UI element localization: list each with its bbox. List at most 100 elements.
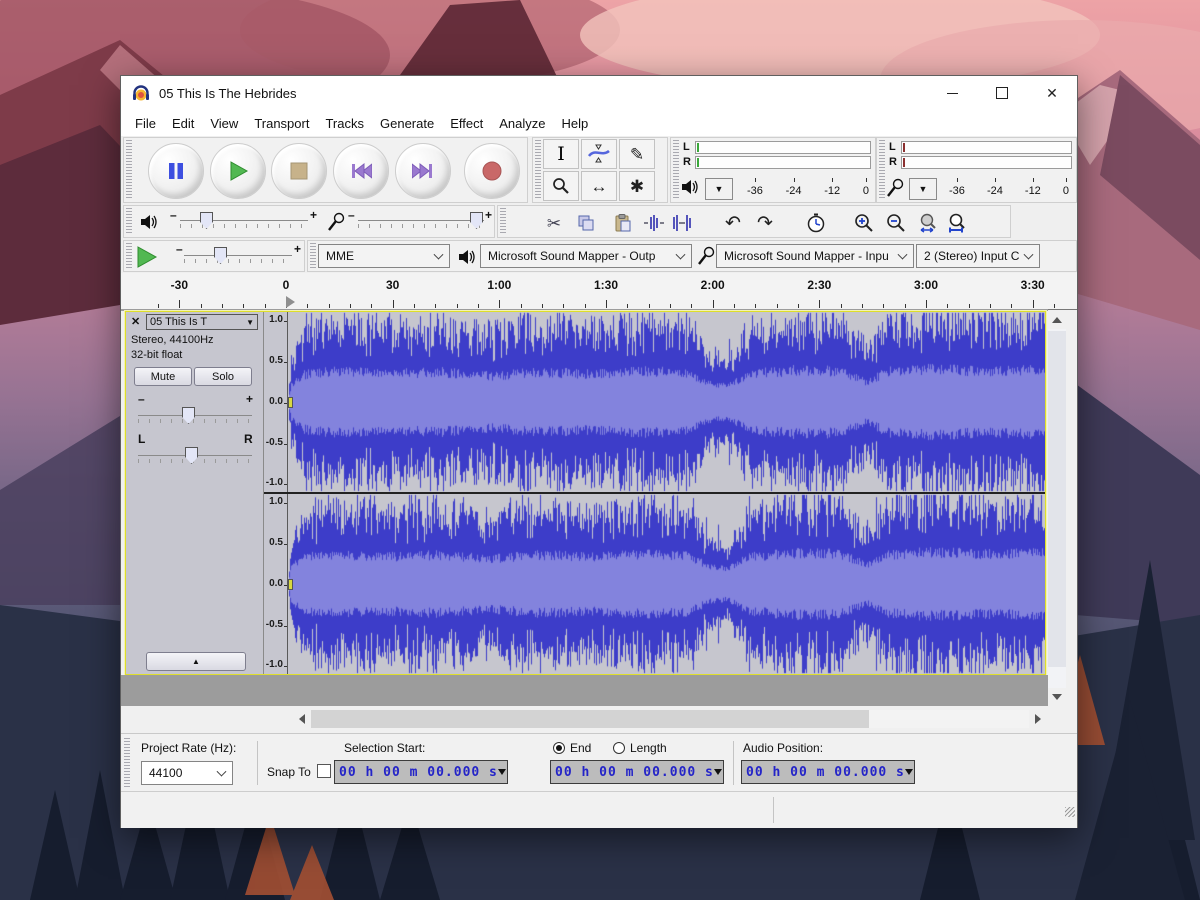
play-at-speed-icon[interactable] bbox=[134, 245, 158, 269]
selection-tool-button[interactable]: I bbox=[543, 139, 579, 169]
maximize-button[interactable] bbox=[977, 76, 1027, 110]
selection-end-field[interactable]: 00 h 00 m 00.000 s bbox=[550, 760, 724, 784]
waveform-left-channel[interactable] bbox=[288, 312, 1045, 492]
selection-start-field[interactable]: 00 h 00 m 00.000 s bbox=[334, 760, 508, 784]
multi-tool-button[interactable]: ✱ bbox=[619, 171, 655, 201]
scroll-right-button[interactable] bbox=[1029, 710, 1047, 728]
time-field-dropdown-icon[interactable] bbox=[714, 769, 722, 775]
timeline-ruler[interactable]: -300301:001:302:002:303:003:30 bbox=[121, 273, 1077, 310]
toolbar-grip[interactable] bbox=[310, 243, 316, 269]
timeshift-tool-button[interactable]: ↔ bbox=[581, 171, 617, 201]
menu-generate[interactable]: Generate bbox=[372, 113, 442, 134]
copy-button[interactable] bbox=[570, 208, 602, 238]
mute-button[interactable]: Mute bbox=[134, 367, 192, 386]
clip-start-marker[interactable] bbox=[288, 579, 293, 590]
scroll-up-button[interactable] bbox=[1048, 311, 1066, 329]
menu-edit[interactable]: Edit bbox=[164, 113, 202, 134]
track-name-menu[interactable]: 05 This Is T ▼ bbox=[146, 314, 258, 330]
zoom-tool-button[interactable] bbox=[543, 171, 579, 201]
fit-selection-button[interactable] bbox=[912, 208, 944, 238]
recording-meter-toolbar[interactable]: L R ▼ -36 -24 -12 0 bbox=[876, 137, 1077, 203]
playback-speed-thumb[interactable] bbox=[214, 247, 227, 264]
length-radio[interactable] bbox=[613, 742, 625, 754]
audio-position-field[interactable]: 00 h 00 m 00.000 s bbox=[741, 760, 915, 784]
playback-speed-slider[interactable] bbox=[184, 249, 292, 265]
recording-device-select[interactable]: Microsoft Sound Mapper - Inpu bbox=[716, 244, 914, 268]
skip-to-start-button[interactable] bbox=[333, 143, 389, 199]
envelope-tool-button[interactable] bbox=[581, 139, 617, 169]
scroll-left-button[interactable] bbox=[293, 710, 311, 728]
skip-to-end-button[interactable] bbox=[395, 143, 451, 199]
meter-left-label: L bbox=[683, 141, 690, 153]
vertical-scrollbar-thumb[interactable] bbox=[1048, 331, 1066, 667]
playback-volume-thumb[interactable] bbox=[200, 212, 213, 229]
menu-tracks[interactable]: Tracks bbox=[317, 113, 372, 134]
toolbar-grip[interactable] bbox=[535, 140, 541, 200]
playback-volume-slider[interactable] bbox=[180, 214, 308, 230]
vertical-scale-ruler-right[interactable]: 1.00.50.0-0.5-1.0 bbox=[264, 494, 288, 674]
menu-view[interactable]: View bbox=[202, 113, 246, 134]
fit-project-button[interactable] bbox=[941, 208, 973, 238]
cut-button[interactable]: ✂ bbox=[538, 208, 570, 238]
redo-button[interactable]: ↷ bbox=[749, 208, 781, 238]
stop-button[interactable] bbox=[271, 143, 327, 199]
gain-slider[interactable] bbox=[138, 409, 252, 425]
timeline-tick bbox=[307, 304, 308, 308]
audio-host-select[interactable]: MME bbox=[318, 244, 450, 268]
silence-audio-button[interactable] bbox=[666, 208, 698, 238]
toolbar-grip[interactable] bbox=[126, 140, 132, 200]
toolbar-grip[interactable] bbox=[126, 243, 132, 269]
track-close-button[interactable]: ✕ bbox=[131, 315, 140, 328]
playhead-marker[interactable] bbox=[286, 296, 295, 308]
recording-meter-dropdown[interactable]: ▼ bbox=[909, 178, 937, 200]
toolbar-grip[interactable] bbox=[673, 140, 679, 200]
menu-analyze[interactable]: Analyze bbox=[491, 113, 553, 134]
vertical-scale-ruler-left[interactable]: 1.00.50.0-0.5-1.0 bbox=[264, 312, 288, 492]
recording-volume-slider[interactable] bbox=[358, 214, 484, 230]
toolbar-grip[interactable] bbox=[500, 208, 506, 235]
horizontal-scrollbar-thumb[interactable] bbox=[311, 710, 869, 728]
pan-right-label: R bbox=[244, 432, 253, 446]
playback-meter-dropdown[interactable]: ▼ bbox=[705, 178, 733, 200]
clip-start-marker[interactable] bbox=[288, 397, 293, 408]
menu-file[interactable]: File bbox=[127, 113, 164, 134]
end-radio-label[interactable]: End bbox=[570, 741, 591, 755]
toolbar-grip[interactable] bbox=[126, 208, 132, 235]
menu-help[interactable]: Help bbox=[553, 113, 596, 134]
recording-volume-thumb[interactable] bbox=[470, 212, 483, 229]
solo-button[interactable]: Solo bbox=[194, 367, 252, 386]
length-radio-label[interactable]: Length bbox=[630, 741, 667, 755]
close-button[interactable]: ✕ bbox=[1027, 76, 1077, 110]
zoom-out-button[interactable] bbox=[880, 208, 912, 238]
pan-slider[interactable] bbox=[138, 449, 252, 465]
record-button[interactable] bbox=[464, 143, 520, 199]
recording-channels-select[interactable]: 2 (Stereo) Input C bbox=[916, 244, 1040, 268]
paste-button[interactable] bbox=[606, 208, 638, 238]
sync-lock-button[interactable] bbox=[800, 208, 832, 238]
menu-effect[interactable]: Effect bbox=[442, 113, 491, 134]
double-arrow-icon: ↔ bbox=[591, 178, 608, 195]
playback-device-value: Microsoft Sound Mapper - Outp bbox=[488, 249, 655, 263]
snap-to-checkbox[interactable] bbox=[317, 764, 331, 778]
undo-button[interactable]: ↶ bbox=[717, 208, 749, 238]
zoom-in-button[interactable] bbox=[848, 208, 880, 238]
pause-button[interactable] bbox=[148, 143, 204, 199]
time-field-dropdown-icon[interactable] bbox=[498, 769, 506, 775]
pan-slider-thumb[interactable] bbox=[185, 447, 198, 464]
time-field-dropdown-icon[interactable] bbox=[905, 769, 913, 775]
scroll-down-button[interactable] bbox=[1048, 688, 1066, 706]
resize-grip[interactable] bbox=[1065, 807, 1075, 817]
menu-transport[interactable]: Transport bbox=[246, 113, 317, 134]
waveform-right-channel[interactable] bbox=[288, 494, 1045, 674]
playback-meter-toolbar[interactable]: L R ▼ -36 -24 -12 0 bbox=[670, 137, 876, 203]
audio-position-value: 00 h 00 m 00.000 s bbox=[742, 765, 905, 780]
toolbar-grip[interactable] bbox=[124, 738, 130, 788]
gain-slider-thumb[interactable] bbox=[182, 407, 195, 424]
draw-tool-button[interactable]: ✎ bbox=[619, 139, 655, 169]
track-collapse-button[interactable]: ▲ bbox=[146, 652, 246, 671]
playback-device-select[interactable]: Microsoft Sound Mapper - Outp bbox=[480, 244, 692, 268]
minimize-button[interactable] bbox=[927, 76, 977, 110]
play-button[interactable] bbox=[210, 143, 266, 199]
end-radio[interactable] bbox=[553, 742, 565, 754]
project-rate-select[interactable]: 44100 bbox=[141, 761, 233, 785]
